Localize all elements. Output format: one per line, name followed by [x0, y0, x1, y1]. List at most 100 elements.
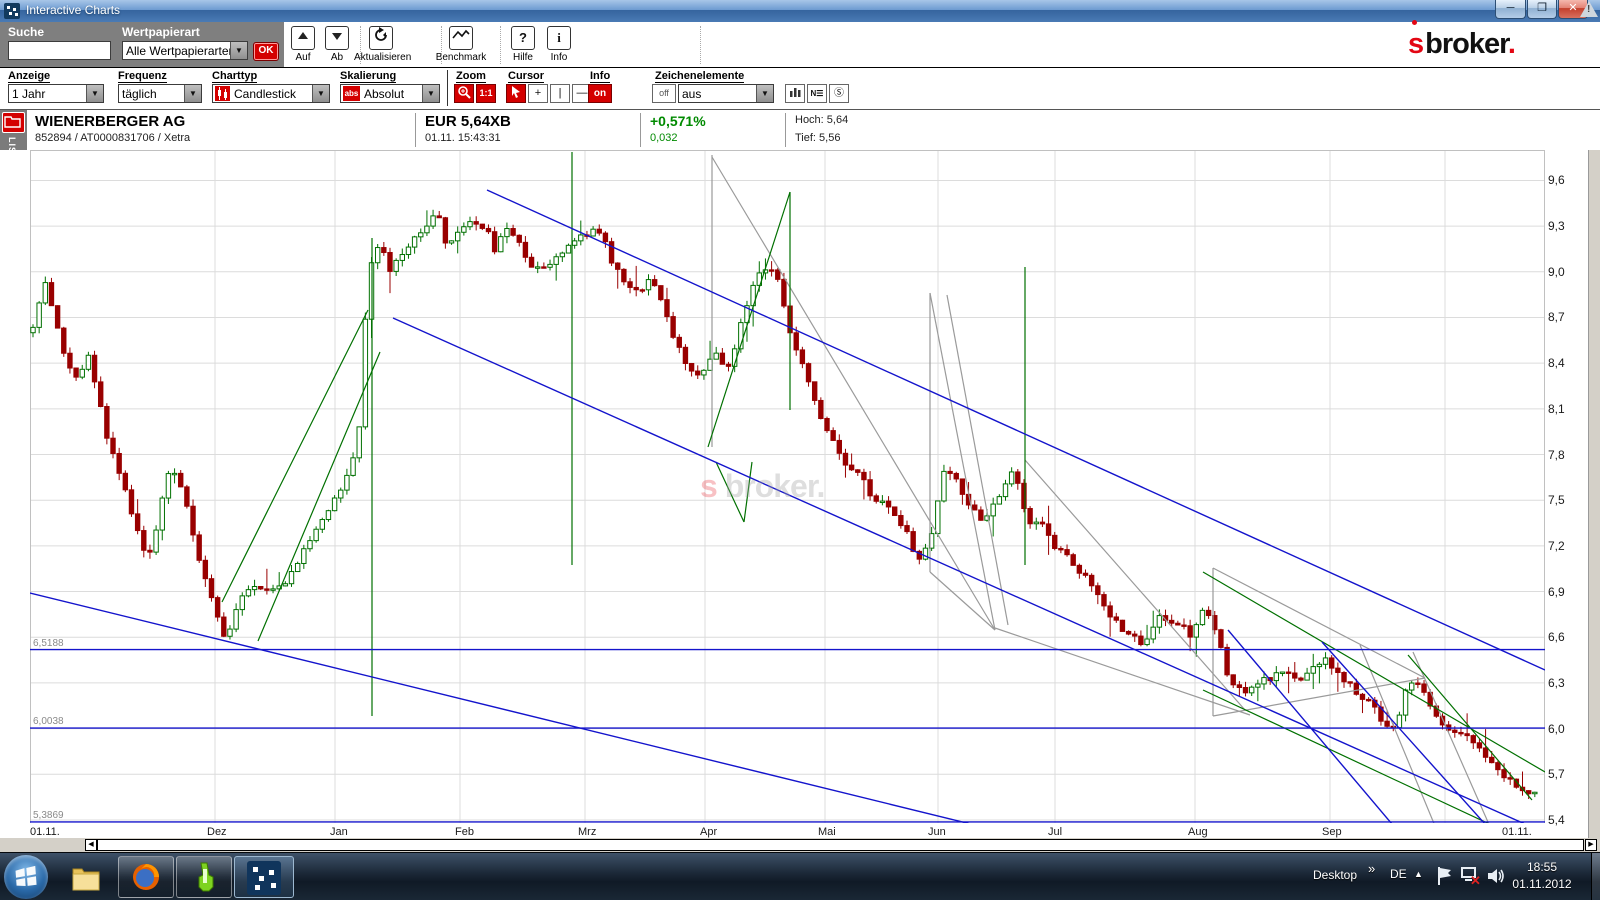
instrument-name: WIENERBERGER AG: [35, 113, 185, 130]
y-axis-tick: 6,6: [1548, 630, 1565, 644]
taskbar-interactive-charts-button[interactable]: [234, 856, 294, 898]
zoom-label: Zoom: [456, 70, 486, 83]
wertpapierart-value: Alle Wertpapierarten: [126, 44, 235, 58]
cursor-arrow-button[interactable]: [506, 84, 526, 103]
action-center-flag-icon[interactable]: [1436, 866, 1454, 886]
tray-expand-icon[interactable]: ▲: [1414, 869, 1423, 879]
instrument-price: EUR 5,64XB: [425, 113, 511, 130]
search-input[interactable]: [8, 41, 111, 60]
main-toolbar: Suche Wertpapierart Alle Wertpapierarten…: [0, 22, 1600, 68]
interactive-charts-icon: [247, 861, 281, 895]
info-label: Info: [590, 70, 610, 83]
horizontal-scrollbar[interactable]: ◀ ▶: [0, 838, 1600, 852]
y-axis-tick: 7,8: [1548, 448, 1565, 462]
scroll-right-button[interactable]: ▶: [1585, 839, 1597, 851]
y-axis-tick: 8,4: [1548, 356, 1565, 370]
vertical-scrollbar[interactable]: [1588, 150, 1600, 838]
y-axis-tick: 5,7: [1548, 767, 1565, 781]
watermark-logo: s broker.: [700, 468, 824, 505]
svg-text:✕: ✕: [1470, 873, 1481, 886]
y-axis-tick: 9,6: [1548, 173, 1565, 187]
change-absolute: 0,032: [650, 132, 678, 144]
refresh-icon: [369, 26, 393, 50]
benchmark-button[interactable]: Benchmark: [434, 26, 488, 63]
volume-bars-button[interactable]: [785, 84, 805, 103]
green-app-icon: [177, 857, 231, 897]
chart-region: s broker. 9,69,39,08,78,48,17,87,57,26,9…: [0, 150, 1600, 852]
skalierung-dropdown[interactable]: abs Absolut ▼: [340, 84, 440, 103]
firefox-icon: [119, 857, 173, 897]
candlestick-icon: [215, 86, 230, 101]
start-button[interactable]: [4, 855, 48, 899]
y-axis-tick: 8,1: [1548, 402, 1565, 416]
x-axis-tick: 01.11.: [1502, 826, 1532, 838]
cursor-cross-button[interactable]: +: [528, 84, 548, 103]
x-axis-tick: Sep: [1322, 826, 1342, 838]
x-axis-tick: 01.11.: [30, 826, 60, 838]
window-titlebar[interactable]: Interactive Charts ─ ❐ ✕ !: [0, 0, 1600, 22]
zeichen-dropdown[interactable]: aus ▼: [678, 84, 774, 103]
warning-overlay-icon: !: [1580, 1, 1598, 17]
charttyp-label: Charttyp: [212, 70, 257, 83]
taskbar-app-green-button[interactable]: [176, 856, 232, 898]
anzeige-dropdown[interactable]: 1 Jahr ▼: [8, 84, 104, 103]
info-button[interactable]: iInfo: [532, 26, 586, 63]
desktop-toolbar-label[interactable]: Desktop: [1313, 868, 1357, 882]
x-axis-tick: Feb: [455, 826, 474, 838]
desktop-screen: Interactive Charts ─ ❐ ✕ ! Suche Wertpap…: [0, 0, 1600, 900]
show-desktop-button[interactable]: [1591, 853, 1600, 900]
info-on-button[interactable]: on: [588, 84, 612, 103]
chevron-down-icon[interactable]: ▼: [312, 85, 329, 102]
clock-date: 01.11.2012: [1498, 876, 1586, 893]
instrument-timestamp: 01.11. 15:43:31: [425, 132, 501, 144]
window-title: Interactive Charts: [26, 3, 120, 17]
chart-settings-toolbar: Anzeige 1 Jahr ▼ Frequenz täglich ▼ Char…: [0, 68, 1600, 110]
x-axis-tick: Dez: [207, 826, 227, 838]
restore-button[interactable]: ❐: [1527, 0, 1557, 19]
chevron-expand[interactable]: »: [1368, 861, 1375, 876]
language-indicator[interactable]: DE: [1390, 867, 1407, 881]
chevron-down-icon[interactable]: ▼: [230, 42, 247, 59]
down-arrow-icon: [325, 26, 349, 50]
scroll-left-button[interactable]: ◀: [85, 839, 97, 851]
charttyp-dropdown[interactable]: Candlestick ▼: [212, 84, 330, 103]
day-low: Tief: 5,56: [795, 132, 840, 144]
linechart-icon: [449, 26, 473, 50]
chevron-down-icon[interactable]: ▼: [184, 85, 201, 102]
news-button[interactable]: N☰: [807, 84, 827, 103]
cursor-vline-button[interactable]: |: [550, 84, 570, 103]
network-icon[interactable]: ✕: [1460, 866, 1482, 886]
explorer-icon: [58, 856, 114, 898]
minimize-button[interactable]: ─: [1495, 0, 1526, 19]
instrument-identifiers: 852894 / AT0000831706 / Xetra: [35, 132, 190, 144]
cursor-arrow-icon: [510, 85, 522, 98]
charttyp-value: Candlestick: [234, 87, 296, 101]
y-axis-tick: 7,5: [1548, 493, 1565, 507]
clock[interactable]: 18:55 01.11.2012: [1498, 859, 1586, 893]
x-axis-tick: Aug: [1188, 826, 1208, 838]
day-high: Hoch: 5,64: [795, 114, 848, 126]
chevron-down-icon[interactable]: ▼: [422, 85, 439, 102]
frequenz-dropdown[interactable]: täglich ▼: [118, 84, 202, 103]
magnifier-plus-icon: [457, 85, 471, 99]
frequenz-label: Frequenz: [118, 70, 167, 83]
splits-button[interactable]: Ⓢ: [829, 84, 849, 103]
x-axis-tick: Jul: [1048, 826, 1062, 838]
zoom-1-1-button[interactable]: 1:1: [476, 84, 496, 103]
y-axis-tick: 7,2: [1548, 539, 1565, 553]
zoom-in-button[interactable]: [454, 84, 474, 103]
chevron-down-icon[interactable]: ▼: [756, 85, 773, 102]
scrollbar-thumb[interactable]: [97, 839, 1584, 851]
abs-badge: abs: [343, 86, 360, 101]
anzeige-value: 1 Jahr: [12, 87, 45, 101]
aktualisieren-button[interactable]: Aktualisieren: [354, 26, 408, 63]
chevron-down-icon[interactable]: ▼: [86, 85, 103, 102]
wertpapierart-dropdown[interactable]: Alle Wertpapierarten ▼: [122, 41, 248, 60]
zeichen-off-button[interactable]: off: [652, 84, 676, 103]
y-axis-tick: 5,4: [1548, 813, 1565, 827]
y-axis-tick: 6,0: [1548, 722, 1565, 736]
anzeige-label: Anzeige: [8, 70, 50, 83]
y-axis-tick: 6,3: [1548, 676, 1565, 690]
taskbar-explorer-button[interactable]: [58, 856, 114, 898]
taskbar-firefox-button[interactable]: [118, 856, 174, 898]
